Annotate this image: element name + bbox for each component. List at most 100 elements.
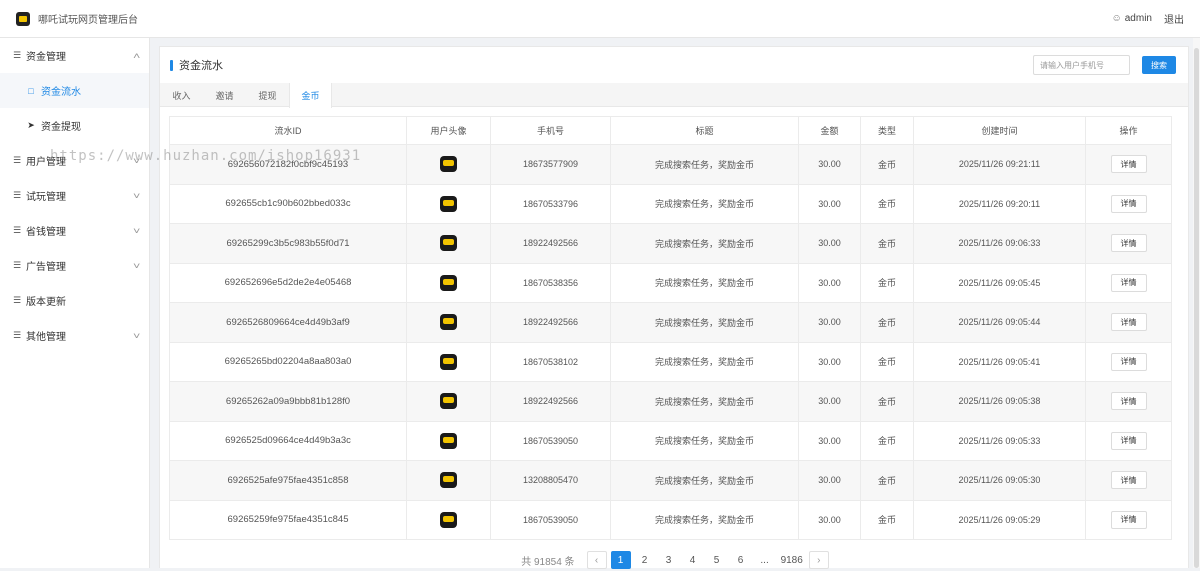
- type-cell: 金币: [860, 341, 914, 382]
- amount-cell: 30.00: [798, 302, 861, 343]
- list-icon: ☰: [12, 260, 22, 270]
- detail-button[interactable]: 详情: [1110, 352, 1147, 371]
- app-title: 哪吒试玩网页管理后台: [38, 15, 138, 26]
- detail-button[interactable]: 详情: [1110, 431, 1147, 450]
- sidebar-item-label: 其他管理: [26, 332, 66, 343]
- detail-button[interactable]: 详情: [1110, 194, 1147, 213]
- prev-page-button[interactable]: ‹: [586, 551, 607, 569]
- title-cell: 完成搜索任务，奖励金币: [610, 183, 799, 224]
- amount-cell: 30.00: [798, 262, 861, 303]
- page-title-text: 资金流水: [179, 60, 223, 72]
- detail-button[interactable]: 详情: [1110, 471, 1147, 490]
- chevron-down-icon: ˅: [132, 330, 141, 341]
- sidebar-item-label: 试玩管理: [26, 192, 66, 203]
- amount-cell: 30.00: [798, 420, 861, 461]
- search-area: 搜索: [1033, 55, 1176, 75]
- chevron-down-icon: ˅: [132, 190, 141, 201]
- detail-button[interactable]: 详情: [1110, 234, 1147, 253]
- user-menu[interactable]: ☺ admin: [1112, 13, 1152, 24]
- sidebar-item-trial-management[interactable]: ☰ 试玩管理 ˅: [0, 178, 149, 213]
- sidebar-subitem-fund-withdraw[interactable]: ➤ 资金提现: [0, 108, 149, 143]
- page-button[interactable]: 5: [707, 551, 727, 569]
- detail-button[interactable]: 详情: [1110, 155, 1147, 174]
- avatar-cell: [406, 499, 491, 540]
- sidebar-subitem-label: 资金流水: [41, 87, 81, 98]
- table-row: 6926525afe975fae4351c858 13208805470 完成搜索任…: [169, 460, 1172, 501]
- page-button[interactable]: 2: [635, 551, 655, 569]
- title-cell: 完成搜索任务，奖励金币: [610, 223, 799, 264]
- page-button[interactable]: 1: [610, 551, 631, 569]
- id-cell: 69265259fe975fae4351c845: [169, 499, 407, 540]
- amount-cell: 30.00: [798, 144, 861, 185]
- chevron-down-icon: ˅: [132, 225, 141, 236]
- avatar-cell: [406, 183, 491, 224]
- map-icon: □: [28, 85, 34, 96]
- sidebar-item-label: 用户管理: [26, 157, 66, 168]
- avatar-cell: [406, 262, 491, 303]
- sidebar-item-label: 省钱管理: [26, 227, 66, 238]
- tab-invite[interactable]: 邀请: [203, 83, 246, 107]
- action-cell: 详情: [1085, 341, 1172, 382]
- title-cell: 完成搜索任务，奖励金币: [610, 381, 799, 422]
- title-cell: 完成搜索任务，奖励金币: [610, 460, 799, 501]
- sidebar-subitem-label: 资金提现: [41, 122, 81, 133]
- title-cell: 完成搜索任务，奖励金币: [610, 302, 799, 343]
- table-row: 692656072182f0cbf9c45193 18673577909 完成搜索任…: [169, 144, 1172, 185]
- id-cell: 6926525d09664ce4d49b3a3c: [169, 420, 407, 461]
- phone-cell: 18670538356: [490, 262, 611, 303]
- created-cell: 2025/11/26 09:05:29: [913, 499, 1086, 540]
- page-scrollbar[interactable]: [1193, 38, 1200, 568]
- page-title: 资金流水: [170, 57, 223, 73]
- page-button[interactable]: 3: [659, 551, 679, 569]
- tab-income[interactable]: 收入: [160, 83, 203, 107]
- next-page-button[interactable]: ›: [808, 551, 829, 569]
- tab-withdraw[interactable]: 提现: [246, 83, 289, 107]
- sidebar-item-other-management[interactable]: ☰ 其他管理 ˅: [0, 318, 149, 353]
- chevron-down-icon: ˅: [132, 260, 141, 271]
- sidebar-item-saving-management[interactable]: ☰ 省钱管理 ˅: [0, 213, 149, 248]
- page-button[interactable]: 9186: [779, 551, 805, 569]
- main-panel: 资金流水 搜索 收入 邀请 提现 金币 流水ID 用户头像 手机号 标题 金额: [159, 46, 1189, 569]
- action-cell: 详情: [1085, 381, 1172, 422]
- detail-button[interactable]: 详情: [1110, 510, 1147, 529]
- phone-cell: 18670539050: [490, 420, 611, 461]
- avatar: [440, 472, 457, 489]
- search-button[interactable]: 搜索: [1142, 56, 1176, 74]
- tab-coins[interactable]: 金币: [289, 83, 332, 108]
- action-cell: 详情: [1085, 302, 1172, 343]
- id-cell: 69265265bd02204a8aa803a0: [169, 341, 407, 382]
- page-button[interactable]: 4: [683, 551, 703, 569]
- column-header: 操作: [1085, 116, 1172, 145]
- id-cell: 6926525afe975fae4351c858: [169, 460, 407, 501]
- logout-link[interactable]: 退出: [1164, 11, 1184, 26]
- sidebar-item-label: 广告管理: [26, 262, 66, 273]
- created-cell: 2025/11/26 09:20:11: [913, 183, 1086, 224]
- column-header: 类型: [860, 116, 914, 145]
- table-row: 69265265bd02204a8aa803a0 18670538102 完成搜索任…: [169, 341, 1172, 382]
- sidebar-item-fund-management[interactable]: ☰ 资金管理 ˄: [0, 38, 149, 73]
- sidebar-subitem-fund-flow[interactable]: □ 资金流水: [0, 73, 149, 108]
- title-cell: 完成搜索任务，奖励金币: [610, 144, 799, 185]
- list-icon: ☰: [12, 190, 22, 200]
- table-header-row: 流水ID 用户头像 手机号 标题 金额 类型 创建时间 操作: [169, 116, 1172, 145]
- fund-flow-table: 流水ID 用户头像 手机号 标题 金额 类型 创建时间 操作 692656072…: [169, 116, 1172, 540]
- sidebar-item-ad-management[interactable]: ☰ 广告管理 ˅: [0, 248, 149, 283]
- id-cell: 69265262a09a9bbb81b128f0: [169, 381, 407, 422]
- page-button[interactable]: 6: [731, 551, 751, 569]
- sidebar-item-user-management[interactable]: ☰ 用户管理 ˅: [0, 143, 149, 178]
- detail-button[interactable]: 详情: [1110, 392, 1147, 411]
- created-cell: 2025/11/26 09:05:44: [913, 302, 1086, 343]
- phone-search-input[interactable]: [1033, 55, 1130, 75]
- detail-button[interactable]: 详情: [1110, 273, 1147, 292]
- table-row: 692652696e5d2de2e4e05468 18670538356 完成搜索任…: [169, 262, 1172, 303]
- table-container: 流水ID 用户头像 手机号 标题 金额 类型 创建时间 操作 692656072…: [160, 107, 1188, 540]
- id-cell: 692652696e5d2de2e4e05468: [169, 262, 407, 303]
- title-cell: 完成搜索任务，奖励金币: [610, 262, 799, 303]
- detail-button[interactable]: 详情: [1110, 313, 1147, 332]
- id-cell: 692656072182f0cbf9c45193: [169, 144, 407, 185]
- avatar-cell: [406, 144, 491, 185]
- type-cell: 金币: [860, 183, 914, 224]
- scrollbar-thumb[interactable]: [1194, 48, 1199, 568]
- title-cell: 完成搜索任务，奖励金币: [610, 341, 799, 382]
- sidebar-item-version-update[interactable]: ☰ 版本更新: [0, 283, 149, 318]
